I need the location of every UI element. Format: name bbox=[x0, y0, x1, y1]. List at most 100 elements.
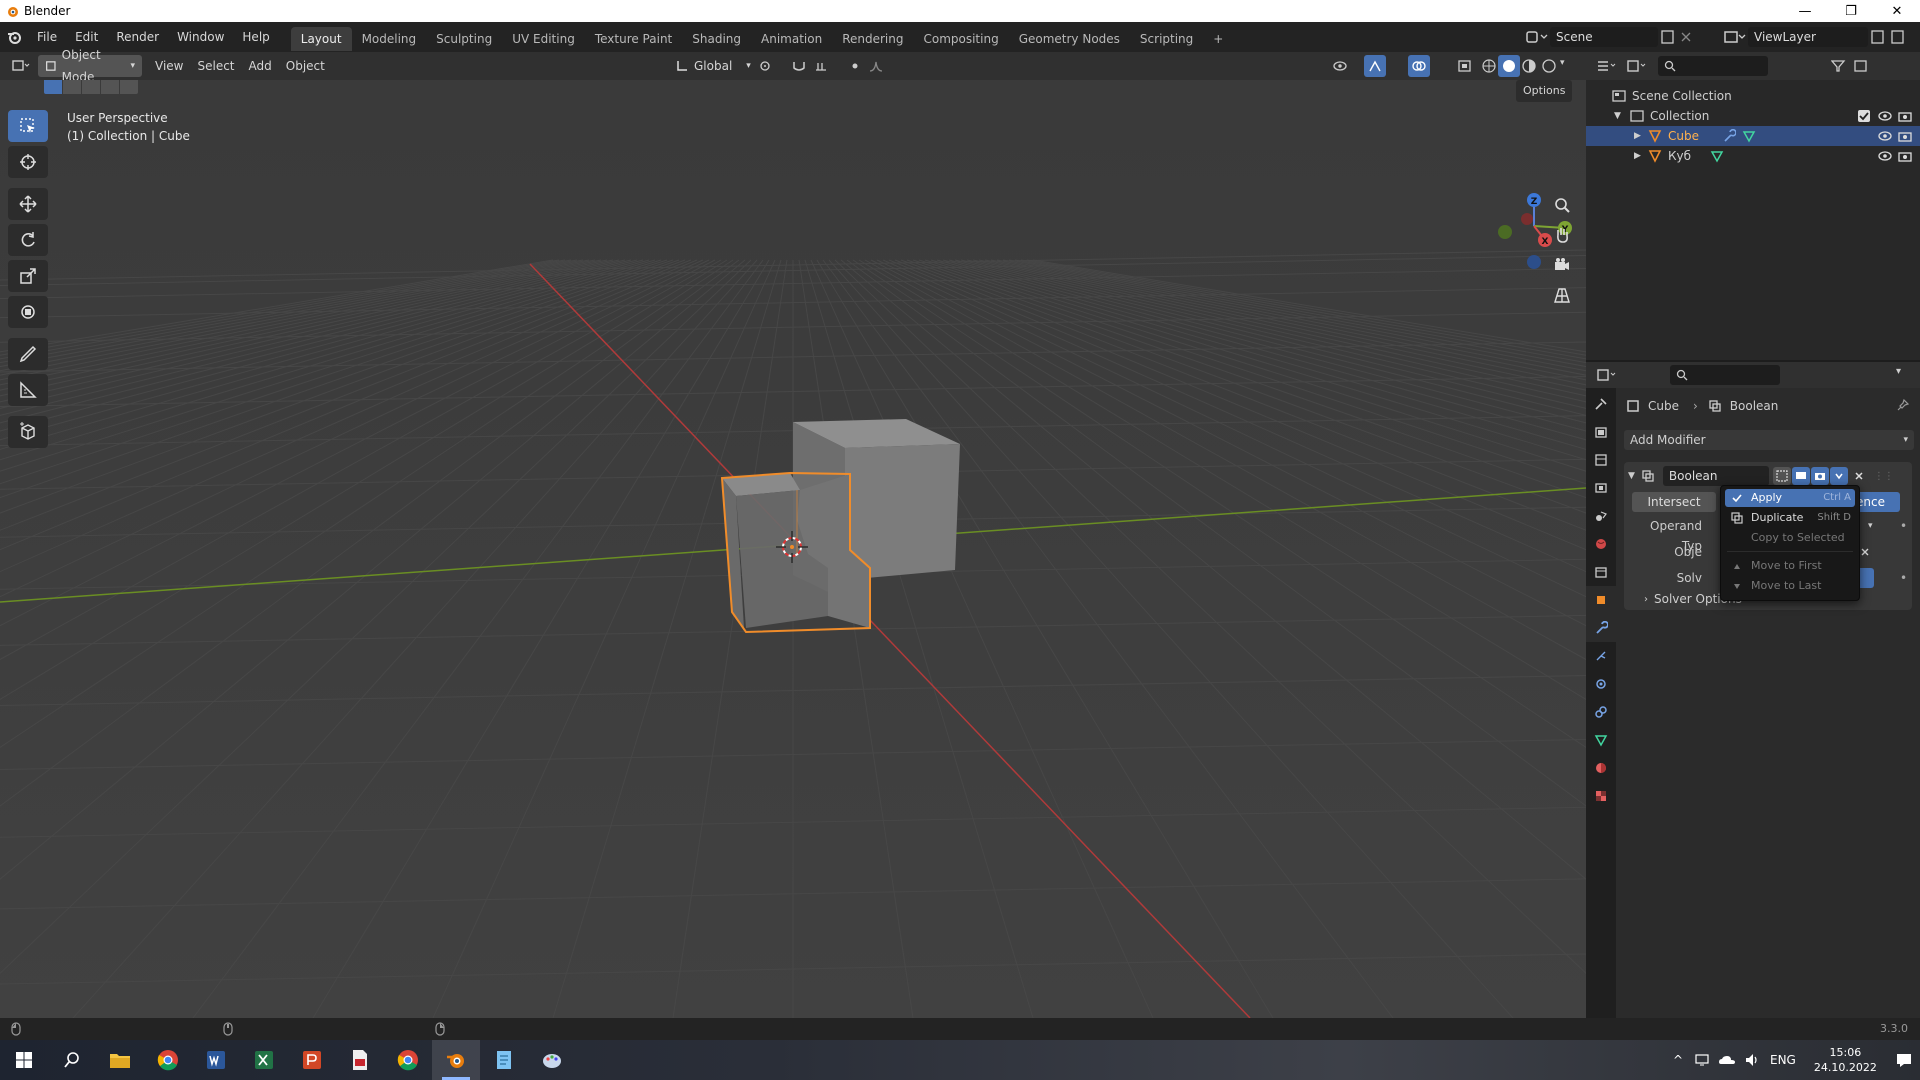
start-button-icon[interactable] bbox=[0, 1040, 48, 1080]
tab-material-icon[interactable] bbox=[1586, 754, 1616, 782]
wireframe-shading-icon[interactable] bbox=[1478, 55, 1500, 77]
viewport-menu-view[interactable]: View bbox=[148, 55, 190, 77]
overlays-toggle-icon[interactable] bbox=[1408, 55, 1430, 77]
material-shading-icon[interactable] bbox=[1518, 55, 1540, 77]
scene-selector[interactable]: Scene bbox=[1524, 27, 1694, 47]
tab-collection-icon[interactable] bbox=[1586, 558, 1616, 586]
tab-view-layer-icon[interactable] bbox=[1586, 474, 1616, 502]
solid-shading-icon[interactable] bbox=[1498, 55, 1520, 77]
gizmo-neg-z-axis[interactable] bbox=[1527, 255, 1541, 269]
keyframe-dot-icon[interactable]: • bbox=[1900, 568, 1907, 588]
file-explorer-icon[interactable] bbox=[96, 1040, 144, 1080]
tab-rendering[interactable]: Rendering bbox=[832, 27, 913, 51]
viewport-canvas[interactable]: Z Y X bbox=[0, 80, 1586, 1018]
falloff-icon[interactable] bbox=[866, 55, 888, 77]
viewport-options-button[interactable]: Options bbox=[1516, 80, 1573, 102]
gizmo-neg-x-axis[interactable] bbox=[1521, 213, 1533, 225]
language-indicator[interactable]: ENG bbox=[1770, 1053, 1796, 1067]
tab-world-icon[interactable] bbox=[1586, 530, 1616, 558]
excel-icon[interactable] bbox=[240, 1040, 288, 1080]
tab-texture-icon[interactable] bbox=[1586, 782, 1616, 810]
properties-editor-type-icon[interactable] bbox=[1596, 364, 1618, 386]
visibility-filter-icon[interactable] bbox=[1330, 55, 1352, 77]
select-new-icon[interactable] bbox=[44, 80, 62, 94]
tab-tool-icon[interactable] bbox=[1586, 390, 1616, 418]
mesh-data-icon[interactable] bbox=[1742, 129, 1756, 143]
tab-object-icon[interactable] bbox=[1586, 586, 1616, 614]
editor-type-icon[interactable] bbox=[10, 55, 32, 77]
maximize-button[interactable]: ❐ bbox=[1828, 0, 1874, 22]
perspective-toggle-icon[interactable] bbox=[1547, 280, 1577, 310]
camera-icon[interactable] bbox=[1898, 149, 1912, 163]
intersect-button[interactable]: Intersect bbox=[1632, 492, 1716, 512]
viewport-menu-object[interactable]: Object bbox=[279, 55, 332, 77]
drag-handle-icon[interactable]: ⋮⋮ bbox=[1874, 471, 1894, 482]
menu-item-apply[interactable]: Apply Ctrl A bbox=[1725, 489, 1855, 507]
chevron-down-icon[interactable]: ▼ bbox=[1614, 106, 1621, 126]
pivot-point-icon[interactable] bbox=[756, 55, 778, 77]
transform-tool[interactable] bbox=[8, 296, 48, 328]
mode-dropdown[interactable]: Object Mode ▾ bbox=[38, 48, 142, 84]
properties-options-chevron-icon[interactable]: ▾ bbox=[1896, 366, 1901, 377]
snap-icon[interactable] bbox=[788, 55, 810, 77]
measure-tool[interactable] bbox=[8, 374, 48, 406]
select-invert-icon[interactable] bbox=[101, 80, 119, 94]
tab-constraints-icon[interactable] bbox=[1586, 698, 1616, 726]
modifier-name-field[interactable]: Boolean bbox=[1662, 466, 1769, 486]
network-icon[interactable] bbox=[1694, 1052, 1710, 1068]
tab-layout[interactable]: Layout bbox=[290, 26, 352, 51]
tab-texture-paint[interactable]: Texture Paint bbox=[585, 27, 682, 51]
volume-icon[interactable] bbox=[1744, 1052, 1760, 1068]
view-layer-name-field[interactable]: ViewLayer bbox=[1748, 27, 1868, 47]
proportional-edit-icon[interactable] bbox=[844, 55, 866, 77]
scene-name-field[interactable]: Scene bbox=[1550, 27, 1658, 47]
add-modifier-dropdown[interactable]: Add Modifier ▾ bbox=[1624, 430, 1914, 450]
gizmo-toggle-icon[interactable] bbox=[1364, 55, 1386, 77]
onedrive-icon[interactable] bbox=[1718, 1052, 1736, 1068]
gizmo-neg-y-axis[interactable] bbox=[1498, 225, 1512, 239]
render-toggle-icon[interactable] bbox=[1810, 467, 1829, 485]
chevron-right-icon[interactable]: ▶ bbox=[1634, 126, 1641, 146]
xray-toggle-icon[interactable] bbox=[1454, 55, 1476, 77]
edit-mode-toggle-icon[interactable] bbox=[1772, 467, 1791, 485]
delete-scene-icon[interactable] bbox=[1678, 28, 1694, 46]
move-tool[interactable] bbox=[8, 188, 48, 220]
viewport-toggle-icon[interactable] bbox=[1791, 467, 1810, 485]
tab-scripting[interactable]: Scripting bbox=[1130, 27, 1203, 51]
mesh-data-icon[interactable] bbox=[1710, 149, 1724, 163]
acrobat-icon[interactable] bbox=[336, 1040, 384, 1080]
remove-modifier-icon[interactable] bbox=[1850, 467, 1868, 485]
clear-object-icon[interactable] bbox=[1860, 542, 1876, 562]
select-subtract-icon[interactable] bbox=[82, 80, 100, 94]
viewport-menu-add[interactable]: Add bbox=[242, 55, 279, 77]
viewport-menu-select[interactable]: Select bbox=[190, 55, 241, 77]
tab-particles-icon[interactable] bbox=[1586, 642, 1616, 670]
select-box-tool[interactable] bbox=[8, 110, 48, 142]
zoom-icon[interactable] bbox=[1547, 190, 1577, 220]
tab-uv-editing[interactable]: UV Editing bbox=[502, 27, 585, 51]
filter-icon[interactable] bbox=[1828, 55, 1850, 77]
cursor-tool[interactable] bbox=[8, 146, 48, 178]
clock[interactable]: 15:06 24.10.2022 bbox=[1814, 1045, 1877, 1075]
outliner-scene-collection[interactable]: Scene Collection bbox=[1586, 86, 1920, 106]
menu-item-move-to-last[interactable]: Move to Last bbox=[1725, 577, 1855, 595]
camera-icon[interactable] bbox=[1898, 109, 1912, 123]
pin-icon[interactable] bbox=[1896, 398, 1910, 412]
3d-viewport[interactable]: Z Y X User Perspective (1) Collection | … bbox=[0, 80, 1586, 1018]
outliner-object-cube[interactable]: ▶ Cube bbox=[1586, 126, 1920, 146]
chrome-2-icon[interactable] bbox=[384, 1040, 432, 1080]
tab-shading[interactable]: Shading bbox=[682, 27, 751, 51]
menu-item-copy-to-selected[interactable]: Copy to Selected bbox=[1725, 529, 1855, 547]
new-scene-icon[interactable] bbox=[1658, 28, 1678, 46]
menu-file[interactable]: File bbox=[28, 22, 66, 52]
camera-view-icon[interactable] bbox=[1547, 250, 1577, 280]
snap-target-icon[interactable] bbox=[812, 55, 834, 77]
camera-icon[interactable] bbox=[1898, 129, 1912, 143]
notepad-icon[interactable] bbox=[480, 1040, 528, 1080]
blender-taskbar-icon[interactable] bbox=[432, 1040, 480, 1080]
modifier-menu-chevron-icon[interactable] bbox=[1829, 467, 1848, 485]
outliner-object-kub[interactable]: ▶ Куб bbox=[1586, 146, 1920, 166]
add-cube-tool[interactable] bbox=[8, 416, 48, 448]
menu-window[interactable]: Window bbox=[168, 22, 233, 52]
outliner-search-input[interactable] bbox=[1658, 56, 1768, 76]
